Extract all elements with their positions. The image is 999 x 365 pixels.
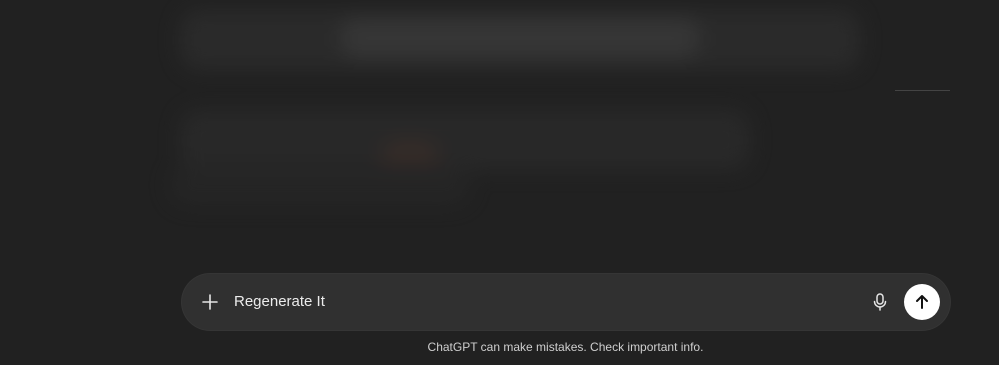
message-composer[interactable]: Regenerate It [182,274,950,330]
prompt-input[interactable]: Regenerate It [234,274,325,330]
dictate-button[interactable] [866,288,894,316]
chat-window: Regenerate It ChatGPT can make mistakes.… [0,0,999,365]
divider [895,90,950,91]
blurred-conversation [160,0,880,210]
blurred-message-3 [170,165,470,205]
blurred-message-2 [180,110,750,170]
arrow-up-icon [916,295,928,309]
attach-button[interactable] [196,288,224,316]
send-button[interactable] [904,284,940,320]
disclaimer-text: ChatGPT can make mistakes. Check importa… [427,340,704,354]
blurred-message-1-highlight [340,18,700,58]
microphone-icon [873,293,887,311]
plus-icon [202,294,218,310]
